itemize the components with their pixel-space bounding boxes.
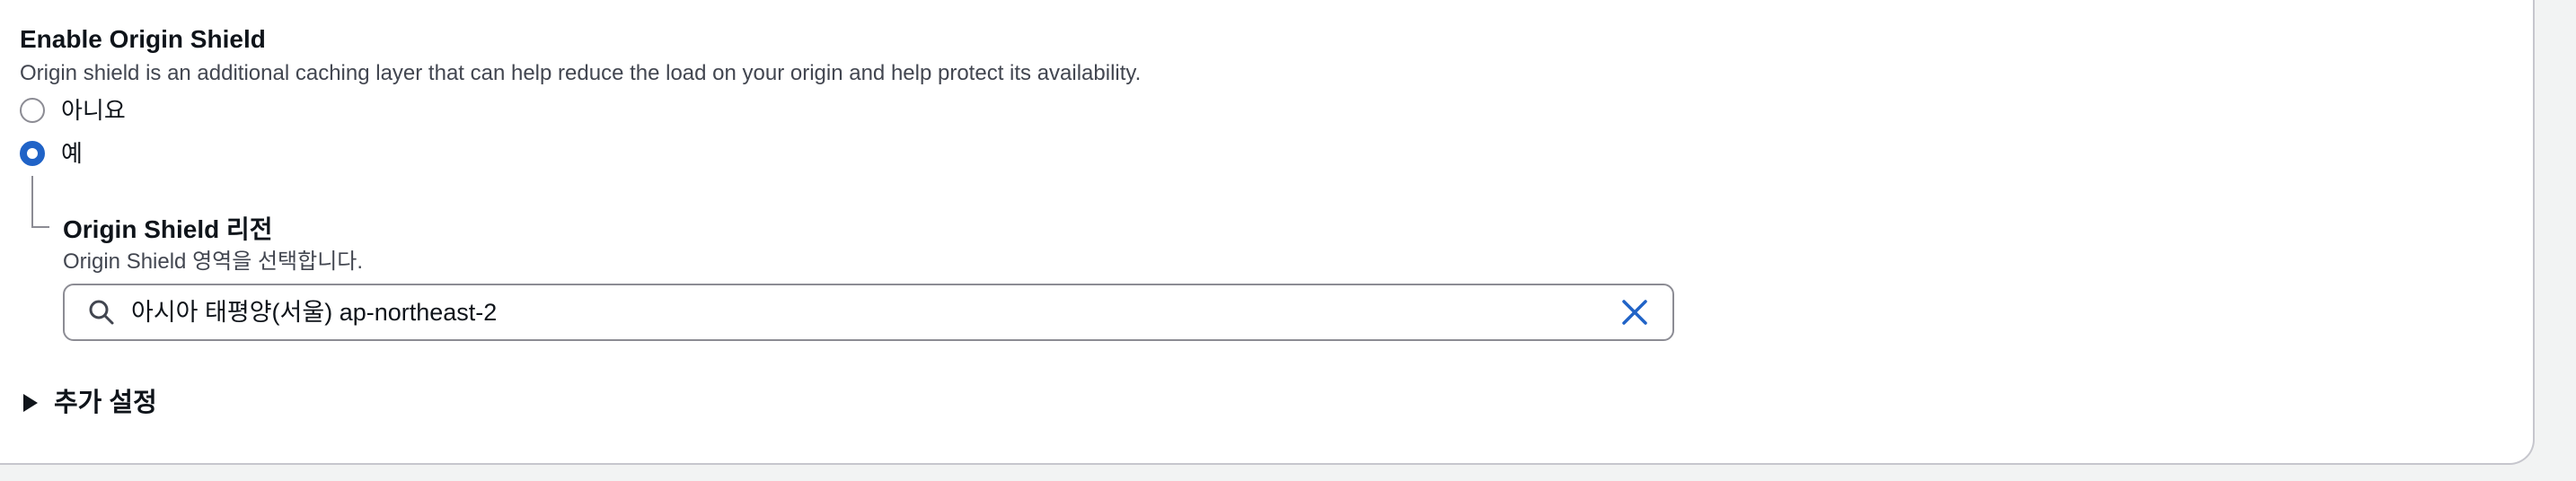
nested-connector-line bbox=[31, 176, 49, 228]
origin-shield-panel: Enable Origin Shield Origin shield is an… bbox=[0, 0, 2535, 465]
region-search-value[interactable]: 아시아 태평양(서울) ap-northeast-2 bbox=[131, 297, 1617, 328]
radio-yes[interactable] bbox=[20, 141, 45, 166]
close-icon[interactable] bbox=[1617, 294, 1653, 330]
region-title: Origin Shield 리전 bbox=[63, 215, 273, 243]
origin-shield-description: Origin shield is an additional caching l… bbox=[20, 61, 1142, 85]
search-icon bbox=[86, 297, 117, 328]
caret-right-icon[interactable] bbox=[23, 393, 40, 413]
radio-option-yes[interactable]: 예 bbox=[20, 138, 83, 169]
region-search-input[interactable]: 아시아 태평양(서울) ap-northeast-2 bbox=[63, 284, 1674, 341]
origin-shield-title: Enable Origin Shield bbox=[20, 25, 266, 53]
region-description: Origin Shield 영역을 선택합니다. bbox=[63, 249, 364, 274]
additional-settings-expander[interactable]: 추가 설정 bbox=[23, 386, 157, 420]
radio-yes-label[interactable]: 예 bbox=[61, 138, 83, 169]
radio-no[interactable] bbox=[20, 98, 45, 123]
radio-option-no[interactable]: 아니요 bbox=[20, 95, 126, 126]
radio-no-label[interactable]: 아니요 bbox=[61, 95, 126, 126]
additional-settings-label[interactable]: 추가 설정 bbox=[54, 386, 157, 420]
